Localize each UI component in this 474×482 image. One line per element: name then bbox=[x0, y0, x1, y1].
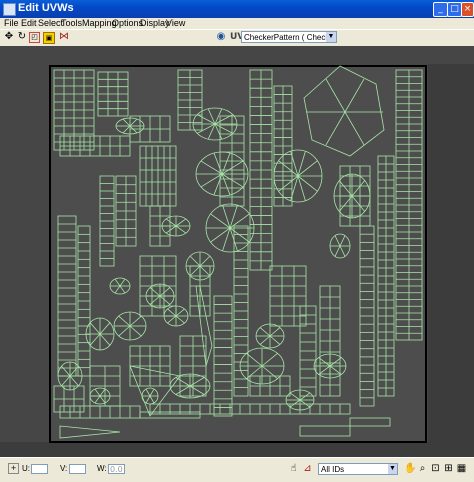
menu-file[interactable]: File bbox=[4, 18, 19, 28]
menu-tools[interactable]: Tools bbox=[61, 18, 82, 28]
filter-icon[interactable]: ⊿ bbox=[302, 463, 313, 474]
freeform-icon[interactable]: ▣ bbox=[43, 32, 55, 44]
grid-icon[interactable]: ▦ bbox=[456, 463, 467, 474]
title-bar[interactable]: Edit UVWs _ □ × bbox=[0, 0, 474, 18]
maximize-button[interactable]: □ bbox=[447, 2, 462, 17]
zoom-extents-icon[interactable]: ⊞ bbox=[443, 463, 454, 474]
v-label: V: bbox=[60, 464, 68, 473]
texture-select[interactable]: CheckerPattern ( Checker ) ▼ bbox=[241, 31, 337, 43]
zoom-region-icon[interactable]: ⊡ bbox=[430, 463, 441, 474]
pan-hand-icon[interactable]: ☝ bbox=[288, 463, 299, 474]
menu-edit[interactable]: Edit bbox=[21, 18, 37, 28]
lock-icon[interactable]: + bbox=[8, 463, 19, 474]
rotate-icon[interactable]: ↻ bbox=[16, 31, 28, 43]
chevron-down-icon[interactable]: ▼ bbox=[388, 464, 397, 474]
texture-icon[interactable]: ◉ bbox=[215, 31, 227, 43]
window-title: Edit UVWs bbox=[18, 2, 74, 14]
pan-icon[interactable]: ✋ bbox=[404, 463, 416, 474]
minimize-button[interactable]: _ bbox=[433, 2, 448, 17]
id-filter-select[interactable]: All IDs ▼ bbox=[318, 463, 398, 475]
id-filter-value: All IDs bbox=[321, 465, 345, 474]
scale-icon[interactable]: ◰ bbox=[29, 32, 40, 43]
chevron-down-icon[interactable]: ▼ bbox=[326, 32, 336, 42]
w-field[interactable]: 0.0 bbox=[108, 464, 125, 474]
status-bar: + U: V: W: 0.0 ☝ ⊿ All IDs ▼ ✋ ⌕ ⊡ ⊞ ▦ bbox=[0, 457, 474, 482]
w-label: W: bbox=[97, 464, 107, 473]
uv-canvas[interactable] bbox=[0, 46, 474, 457]
menu-view[interactable]: View bbox=[166, 18, 185, 28]
texture-select-value: CheckerPattern ( Checker ) bbox=[244, 33, 337, 42]
close-button[interactable]: × bbox=[461, 2, 474, 17]
move-icon[interactable]: ✥ bbox=[3, 31, 15, 43]
zoom-icon[interactable]: ⌕ bbox=[417, 463, 428, 474]
app-icon bbox=[3, 3, 16, 16]
v-field[interactable] bbox=[69, 464, 86, 474]
u-field[interactable] bbox=[31, 464, 48, 474]
menu-select[interactable]: Select bbox=[38, 18, 63, 28]
u-label: U: bbox=[22, 464, 30, 473]
toolbar: ✥ ↻ ◰ ▣ ⋈ ◉ UV CheckerPattern ( Checker … bbox=[0, 29, 474, 47]
menu-options[interactable]: Options bbox=[112, 18, 143, 28]
mirror-icon[interactable]: ⋈ bbox=[58, 31, 70, 43]
uv-viewport[interactable] bbox=[0, 46, 474, 457]
